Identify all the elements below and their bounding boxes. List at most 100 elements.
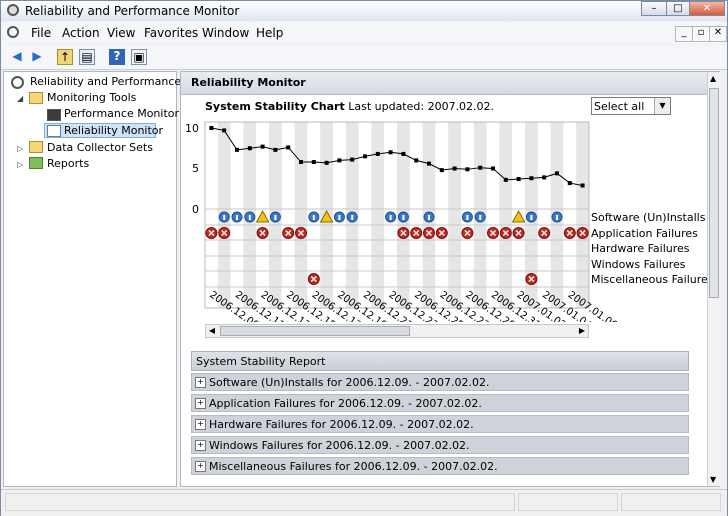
scroll-thumb[interactable] (220, 326, 410, 336)
stability-point (235, 147, 239, 152)
report-row-software-installs[interactable]: + Software (Un)Installs for 2006.12.09. … (191, 373, 689, 391)
forward-arrow-icon[interactable]: ▶ (29, 49, 45, 65)
navigation-tree: Reliability and Performance ◢ Monitoring… (3, 71, 181, 487)
report-row-label: Software (Un)Installs for 2006.12.09. - … (209, 376, 490, 389)
status-bar (1, 489, 727, 516)
menu-favorites[interactable]: Favorites (144, 26, 198, 40)
y-tick-label: 0 (192, 203, 199, 216)
performance-monitor-icon (47, 109, 61, 121)
stability-point (580, 183, 585, 188)
report-row-label: Miscellaneous Failures for 2006.12.09. -… (209, 460, 498, 473)
day-column (294, 122, 308, 308)
status-segment (5, 493, 515, 511)
menu-bar: File Action View Favorites Window Help (1, 22, 727, 44)
back-arrow-icon[interactable]: ◀ (9, 49, 25, 65)
tree-item-root[interactable]: Reliability and Performance (30, 75, 181, 88)
stability-point (311, 160, 316, 165)
show-hide-tree-icon[interactable]: ▤ (79, 49, 95, 65)
mdi-minimize-button[interactable]: _ (675, 26, 693, 42)
day-column (371, 122, 385, 308)
stability-point (375, 151, 380, 156)
tree-item-data-collector-sets[interactable]: Data Collector Sets (47, 141, 153, 154)
day-column (409, 122, 423, 308)
mdi-restore-button[interactable]: ▫ (692, 26, 710, 42)
chart-horizontal-scrollbar[interactable]: ◀ ▶ (205, 324, 589, 338)
y-tick-label: 10 (185, 122, 199, 135)
expand-plus-icon[interactable]: + (195, 398, 206, 409)
help-icon[interactable]: ? (109, 49, 125, 65)
stability-point (555, 171, 559, 176)
report-row-hardware-failures[interactable]: + Hardware Failures for 2006.12.09. - 20… (191, 415, 689, 433)
report-row-misc-failures[interactable]: + Miscellaneous Failures for 2006.12.09.… (191, 457, 689, 475)
day-column (435, 122, 449, 308)
info-icon-glyph (428, 215, 430, 220)
console-icon[interactable]: ▣ (131, 49, 147, 65)
expand-plus-icon[interactable]: + (195, 461, 206, 472)
menu-help[interactable]: Help (256, 26, 283, 40)
menu-window[interactable]: Window (202, 26, 249, 40)
stability-point (503, 177, 508, 182)
collapse-arrow-icon[interactable]: ◢ (17, 94, 23, 103)
tree-item-monitoring-tools[interactable]: Monitoring Tools (47, 91, 136, 104)
expand-plus-icon[interactable]: + (195, 377, 206, 388)
info-icon-glyph (248, 215, 251, 220)
row-label-windows-failures: Windows Failures (591, 258, 686, 271)
mdi-icon[interactable] (7, 26, 19, 38)
expand-arrow-icon[interactable]: ▷ (17, 144, 23, 153)
menu-view[interactable]: View (107, 26, 135, 40)
window-title: Reliability and Performance Monitor (25, 4, 240, 18)
stability-point (567, 181, 572, 186)
info-icon-glyph (479, 215, 482, 220)
stability-point (260, 144, 265, 149)
row-label-misc-failures: Miscellaneous Failures (591, 273, 714, 286)
stability-point (363, 154, 367, 159)
scroll-left-icon[interactable]: ◀ (206, 325, 218, 337)
expand-plus-icon[interactable]: + (195, 440, 206, 451)
title-bar: Reliability and Performance Monitor – □ … (1, 1, 727, 21)
stability-point (542, 175, 547, 180)
minimize-button[interactable]: – (641, 1, 667, 16)
tree-item-reliability-monitor[interactable]: Reliability Monitor (64, 124, 163, 137)
report-row-application-failures[interactable]: + Application Failures for 2006.12.09. -… (191, 394, 689, 412)
expand-plus-icon[interactable]: + (195, 419, 206, 430)
stability-point (427, 161, 431, 166)
info-icon-glyph (530, 215, 533, 220)
row-label-software-installs: Software (Un)Installs (591, 211, 706, 224)
day-column (486, 122, 500, 308)
stability-point (299, 160, 303, 165)
expand-arrow-icon[interactable]: ▷ (17, 160, 23, 169)
stability-point (414, 158, 419, 163)
day-column (576, 122, 589, 308)
info-icon-glyph (223, 215, 226, 220)
stability-point (337, 158, 342, 163)
maximize-button[interactable]: □ (666, 1, 690, 16)
day-column (281, 122, 295, 308)
info-icon-glyph (338, 215, 341, 220)
scroll-thumb[interactable] (709, 88, 719, 298)
up-folder-icon[interactable]: ↑ (57, 49, 73, 65)
mdi-close-button[interactable]: ✕ (709, 26, 727, 42)
menu-action[interactable]: Action (62, 26, 100, 40)
stability-point (222, 128, 227, 133)
stability-point (209, 126, 214, 130)
scroll-right-icon[interactable]: ▶ (576, 325, 588, 337)
close-button[interactable]: ✕ (689, 1, 725, 16)
day-column (563, 122, 577, 308)
scroll-up-icon[interactable]: ▲ (710, 74, 716, 83)
app-icon (7, 4, 19, 16)
stability-point (350, 157, 355, 162)
stability-point (286, 145, 291, 150)
main-vertical-scrollbar[interactable]: ▲ ▼ (707, 72, 721, 486)
stability-point (478, 165, 483, 170)
report-row-windows-failures[interactable]: + Windows Failures for 2006.12.09. - 200… (191, 436, 689, 454)
stability-point (529, 176, 534, 181)
stability-point (452, 166, 457, 171)
tree-item-performance-monitor[interactable]: Performance Monitor (64, 107, 179, 120)
tree-item-reports[interactable]: Reports (47, 157, 89, 170)
stability-point (388, 150, 393, 155)
menu-file[interactable]: File (31, 26, 51, 40)
reliability-icon (11, 76, 24, 89)
stability-point (324, 160, 329, 165)
report-row-label: Hardware Failures for 2006.12.09. - 2007… (209, 418, 474, 431)
scroll-down-icon[interactable]: ▼ (710, 475, 716, 484)
